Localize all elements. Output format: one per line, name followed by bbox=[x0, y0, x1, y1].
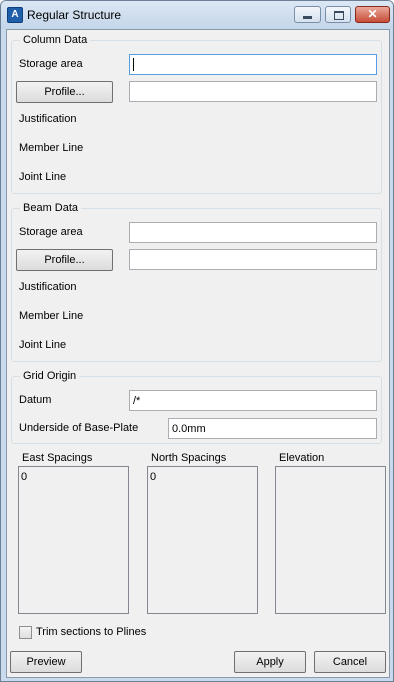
east-spacings-list[interactable]: 0 bbox=[18, 466, 129, 614]
east-spacings-group: East Spacings 0 bbox=[18, 450, 131, 615]
north-spacings-list[interactable]: 0 bbox=[147, 466, 258, 614]
column-justification-label: Justification bbox=[19, 113, 77, 125]
grid-origin-label: Grid Origin bbox=[20, 370, 80, 382]
close-button[interactable]: ✕ bbox=[355, 6, 390, 23]
baseplate-label: Underside of Base-Plate bbox=[19, 422, 139, 434]
close-icon: ✕ bbox=[367, 7, 378, 21]
north-spacings-group: North Spacings 0 bbox=[147, 450, 260, 615]
cancel-button[interactable]: Cancel bbox=[314, 651, 386, 673]
beam-data-label: Beam Data bbox=[20, 202, 82, 214]
trim-sections-label: Trim sections to Plines bbox=[36, 626, 147, 638]
dialog-window: A Regular Structure ✕ Column Data Storag… bbox=[0, 0, 394, 682]
column-joint-line-label: Joint Line bbox=[19, 171, 67, 183]
datum-input[interactable]: /* bbox=[129, 390, 377, 411]
elevation-list[interactable] bbox=[275, 466, 386, 614]
beam-storage-area-input[interactable] bbox=[129, 222, 377, 243]
beam-justification-label: Justification bbox=[19, 281, 77, 293]
elevation-label: Elevation bbox=[279, 452, 325, 464]
title-bar[interactable]: A Regular Structure ✕ bbox=[1, 1, 393, 29]
list-item[interactable]: 0 bbox=[150, 471, 156, 483]
east-spacings-label: East Spacings bbox=[22, 452, 93, 464]
window-title: Regular Structure bbox=[27, 8, 122, 22]
elevation-group: Elevation bbox=[275, 450, 388, 615]
trim-sections-checkbox[interactable] bbox=[19, 626, 32, 639]
column-member-line-label: Member Line bbox=[19, 142, 84, 154]
maximize-button[interactable] bbox=[325, 6, 351, 23]
beam-storage-area-label: Storage area bbox=[19, 226, 83, 238]
beam-profile-button[interactable]: Profile... bbox=[16, 249, 113, 271]
datum-label: Datum bbox=[19, 394, 52, 406]
beam-joint-line-label: Joint Line bbox=[19, 339, 67, 351]
column-storage-area-label: Storage area bbox=[19, 58, 83, 70]
baseplate-input[interactable]: 0.0mm bbox=[168, 418, 377, 439]
column-profile-input[interactable] bbox=[129, 81, 377, 102]
maximize-icon bbox=[334, 11, 344, 20]
beam-member-line-label: Member Line bbox=[19, 310, 84, 322]
minimize-button[interactable] bbox=[294, 6, 321, 23]
text-caret bbox=[133, 58, 134, 71]
apply-button[interactable]: Apply bbox=[234, 651, 306, 673]
list-item[interactable]: 0 bbox=[21, 471, 27, 483]
beam-profile-input[interactable] bbox=[129, 249, 377, 270]
north-spacings-label: North Spacings bbox=[151, 452, 227, 464]
minimize-icon bbox=[303, 16, 312, 19]
preview-button[interactable]: Preview bbox=[10, 651, 82, 673]
column-profile-button[interactable]: Profile... bbox=[16, 81, 113, 103]
app-logo-icon: A bbox=[7, 7, 23, 23]
dialog-body: Column Data Storage area Profile... Just… bbox=[6, 29, 390, 678]
column-storage-area-input[interactable] bbox=[129, 54, 377, 75]
column-data-label: Column Data bbox=[20, 34, 91, 46]
